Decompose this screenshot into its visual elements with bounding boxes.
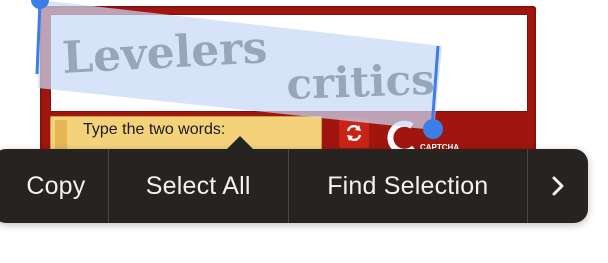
- edit-context-menu: Copy Select All Find Selection: [0, 149, 588, 223]
- menu-find-selection-label: Find Selection: [327, 171, 489, 200]
- menu-copy-label: Copy: [26, 171, 86, 200]
- selection-end-handle[interactable]: [422, 42, 446, 140]
- captcha-word-one: Levelers: [61, 22, 269, 84]
- captcha-prompt-label: Type the two words:: [83, 121, 226, 138]
- chevron-right-icon: [552, 176, 564, 196]
- refresh-icon: [346, 124, 362, 142]
- menu-select-all-label: Select All: [145, 171, 251, 200]
- reload-captcha-button[interactable]: [339, 118, 369, 148]
- menu-copy-button[interactable]: Copy: [0, 149, 108, 223]
- menu-select-all-button[interactable]: Select All: [109, 149, 288, 223]
- captcha-word-two: critics: [286, 55, 436, 109]
- selection-start-handle[interactable]: [30, 0, 50, 84]
- menu-find-selection-button[interactable]: Find Selection: [289, 149, 528, 223]
- captcha-distorted-words: Levelers critics: [61, 22, 436, 109]
- captcha-image: Levelers critics: [50, 14, 528, 112]
- menu-more-button[interactable]: [528, 149, 588, 223]
- menu-pointer-arrow: [226, 136, 254, 150]
- screen: Levelers critics Type the two words: CAP…: [0, 0, 608, 263]
- recaptcha-widget: Levelers critics Type the two words: CAP…: [40, 6, 536, 166]
